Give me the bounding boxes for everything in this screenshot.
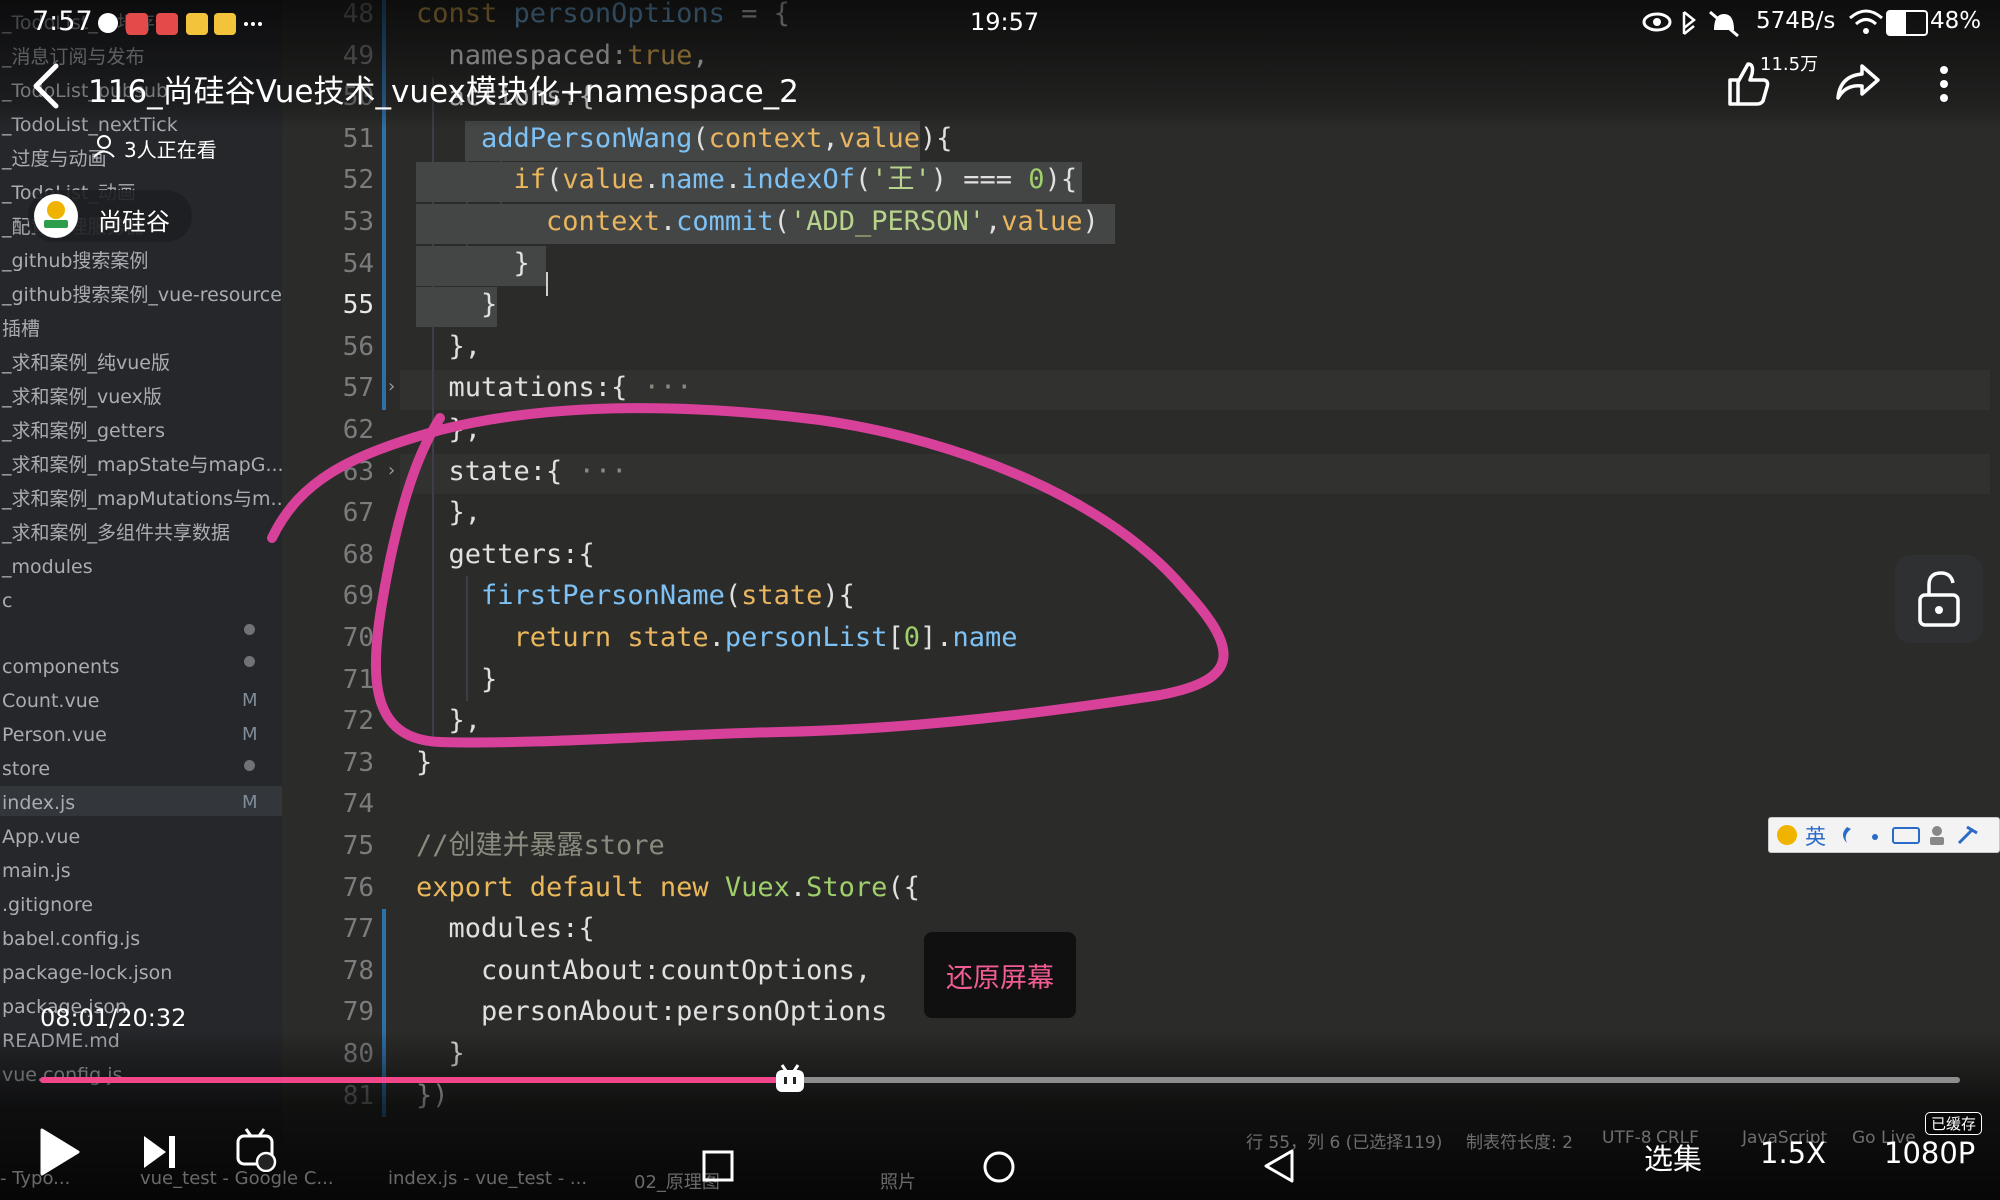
more-button[interactable] <box>1932 64 1956 108</box>
ime-lang[interactable]: 英 <box>1805 821 1826 851</box>
lock-icon <box>1918 571 1960 627</box>
play-button[interactable] <box>36 1126 82 1182</box>
next-icon <box>144 1136 175 1168</box>
quality-button[interactable]: 1080P <box>1884 1136 1975 1170</box>
status-net-speed: 574B/s <box>1756 8 1836 34</box>
uploader-chip[interactable]: 尚硅谷 <box>28 190 192 242</box>
episodes-button[interactable]: 选集 <box>1644 1136 1702 1178</box>
share-icon <box>1836 64 1880 100</box>
home-circle-icon <box>983 1151 1015 1183</box>
home-square-button[interactable] <box>702 1150 734 1186</box>
screen-lock-button[interactable] <box>1895 555 1983 643</box>
next-button[interactable] <box>140 1132 180 1176</box>
home-square-icon <box>702 1150 734 1182</box>
viewers-icon <box>92 134 116 162</box>
taskbar-item[interactable]: 照片 <box>880 1168 916 1194</box>
status-battery: 48% <box>1930 8 1982 34</box>
wifi-icon <box>1848 8 1884 40</box>
editor-status-tab-size: 制表符长度: 2 <box>1466 1133 1573 1153</box>
ime-tool-icons <box>1843 825 1978 845</box>
home-back-button[interactable] <box>1262 1148 1296 1188</box>
progress-fill <box>40 1077 790 1083</box>
speed-button[interactable]: 1.5X <box>1760 1136 1826 1170</box>
like-count: 11.5万 <box>1760 54 1819 75</box>
restore-screen-button[interactable]: 还原屏幕 <box>924 932 1076 1018</box>
status-clock: 19:57 <box>970 8 1040 36</box>
ime-toolbar[interactable]: 英 <box>1768 817 2000 853</box>
annotation-overlay <box>267 403 1229 748</box>
back-arrow-icon <box>33 63 59 109</box>
danmaku-icon <box>236 1128 277 1173</box>
taskbar-item[interactable]: index.js - vue_test - ... <box>388 1168 587 1189</box>
back-button[interactable] <box>22 58 72 114</box>
notification-icons <box>96 10 266 40</box>
status-time: 7:57 <box>32 6 93 37</box>
uploader-name: 尚硅谷 <box>98 208 170 236</box>
video-title: 116_尚硅谷Vue技术_vuex模块化+namespace_2 <box>88 74 799 110</box>
cached-badge: 已缓存 <box>1925 1112 1983 1135</box>
tv-thumb-icon <box>775 1064 804 1092</box>
viewers-count: 3人正在看 <box>124 138 217 162</box>
status-icons <box>1642 8 1752 42</box>
share-button[interactable] <box>1834 62 1882 106</box>
danmaku-button[interactable] <box>234 1126 278 1176</box>
play-icon <box>40 1128 80 1176</box>
video-time: 08:01/20:32 <box>40 1004 187 1032</box>
more-icon <box>1940 66 1948 102</box>
uploader-avatar <box>34 194 78 238</box>
home-back-icon <box>1264 1149 1294 1183</box>
ime-logo-icon <box>1777 825 1797 845</box>
progress-thumb[interactable] <box>773 1063 807 1095</box>
battery-icon <box>1886 10 1928 36</box>
home-circle-button[interactable] <box>982 1150 1016 1188</box>
annotation-circle <box>267 403 1229 748</box>
